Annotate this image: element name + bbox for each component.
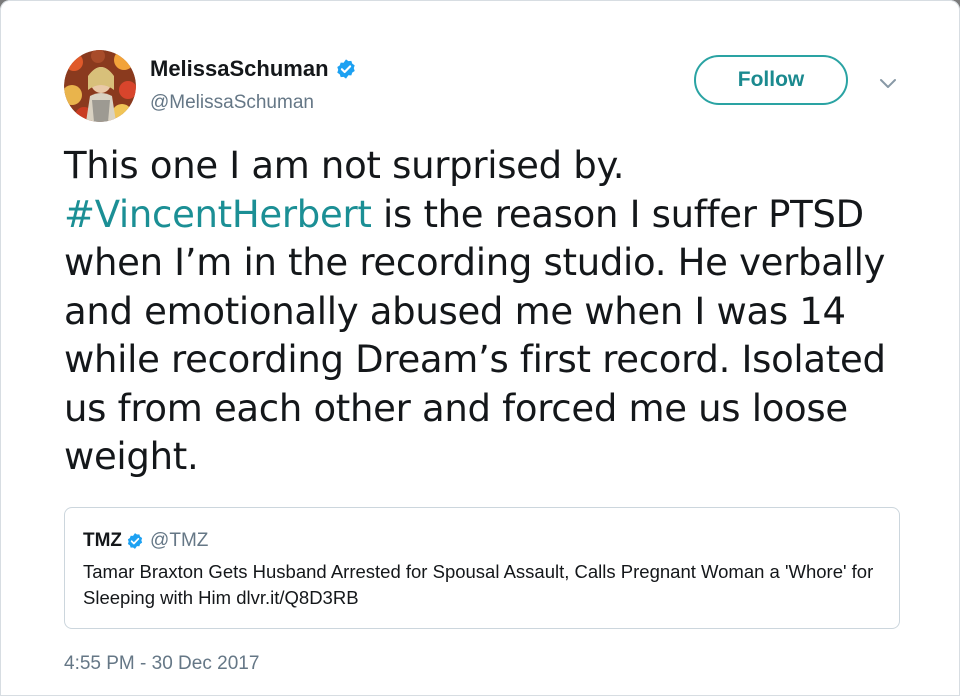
- chevron-down-icon[interactable]: [876, 72, 900, 96]
- display-name[interactable]: MelissaSchuman: [150, 56, 329, 82]
- avatar[interactable]: [64, 50, 136, 122]
- tweet-header: MelissaSchuman @MelissaSchuman Follow: [64, 50, 914, 130]
- tweet-timestamp[interactable]: 4:55 PM - 30 Dec 2017: [64, 653, 259, 675]
- name-row: MelissaSchuman: [150, 56, 357, 82]
- verified-badge-icon: [126, 532, 144, 550]
- quoted-tweet-text: Tamar Braxton Gets Husband Arrested for …: [83, 561, 874, 608]
- tweet-text-part: This one I am not surprised by.: [64, 144, 625, 187]
- tweet-text: This one I am not surprised by. #VincentH…: [64, 142, 914, 482]
- follow-button[interactable]: Follow: [694, 55, 848, 105]
- user-handle[interactable]: @MelissaSchuman: [150, 92, 314, 114]
- quoted-display-name: TMZ: [83, 530, 123, 551]
- quoted-handle: @TMZ: [150, 530, 209, 551]
- verified-badge-icon: [335, 58, 357, 80]
- quoted-tweet-header: TMZ @TMZ: [83, 530, 208, 552]
- hashtag-link[interactable]: #VincentHerbert: [64, 193, 372, 236]
- quoted-tweet[interactable]: TMZ @TMZ Tamar Braxton Gets Husband Arre…: [64, 507, 900, 629]
- tweet-card: MelissaSchuman @MelissaSchuman Follow Th…: [0, 0, 960, 696]
